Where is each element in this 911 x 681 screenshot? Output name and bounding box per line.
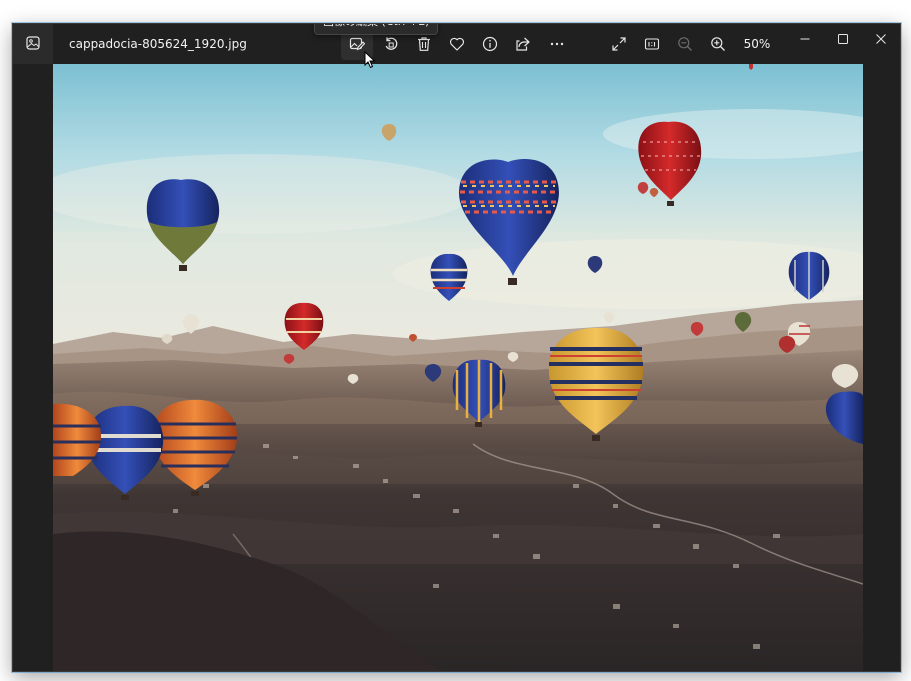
rotate-icon xyxy=(383,36,399,52)
zoom-level[interactable]: 50% xyxy=(739,24,775,64)
close-icon xyxy=(876,29,886,48)
expand-icon xyxy=(611,36,627,52)
heart-icon xyxy=(449,36,465,52)
more-icon xyxy=(549,36,565,52)
hot-air-balloon-photo xyxy=(53,64,863,671)
maximize-icon xyxy=(838,29,848,48)
zoom-in-icon xyxy=(710,36,726,52)
title-bar: cappadocia-805624_1920.jpg 50% xyxy=(13,24,900,64)
actual-size-icon xyxy=(644,36,660,52)
mouse-cursor xyxy=(364,50,376,73)
app-menu-button[interactable] xyxy=(13,24,53,64)
actual-size-button[interactable] xyxy=(636,28,668,60)
share-button[interactable] xyxy=(507,28,539,60)
more-options-button[interactable] xyxy=(541,28,573,60)
edit-image-icon xyxy=(349,36,365,52)
maximize-button[interactable] xyxy=(824,24,862,52)
trash-icon xyxy=(416,36,432,52)
zoom-out-button[interactable] xyxy=(669,28,701,60)
photos-app-window: cappadocia-805624_1920.jpg 50% xyxy=(12,23,901,672)
close-button[interactable] xyxy=(862,24,900,52)
minimize-button[interactable] xyxy=(786,24,824,52)
tooltip: 画像の編集 (Ctrl +E) xyxy=(314,24,439,35)
fit-to-window-button[interactable] xyxy=(603,28,635,60)
photo-canvas[interactable] xyxy=(53,64,863,671)
info-icon xyxy=(482,36,498,52)
zoom-out-icon xyxy=(677,36,693,52)
file-info-button[interactable] xyxy=(474,28,506,60)
photos-app-icon xyxy=(26,35,40,54)
file-name: cappadocia-805624_1920.jpg xyxy=(69,37,247,51)
favorite-button[interactable] xyxy=(441,28,473,60)
zoom-in-button[interactable] xyxy=(702,28,734,60)
minimize-icon xyxy=(800,29,810,48)
share-icon xyxy=(515,36,531,52)
